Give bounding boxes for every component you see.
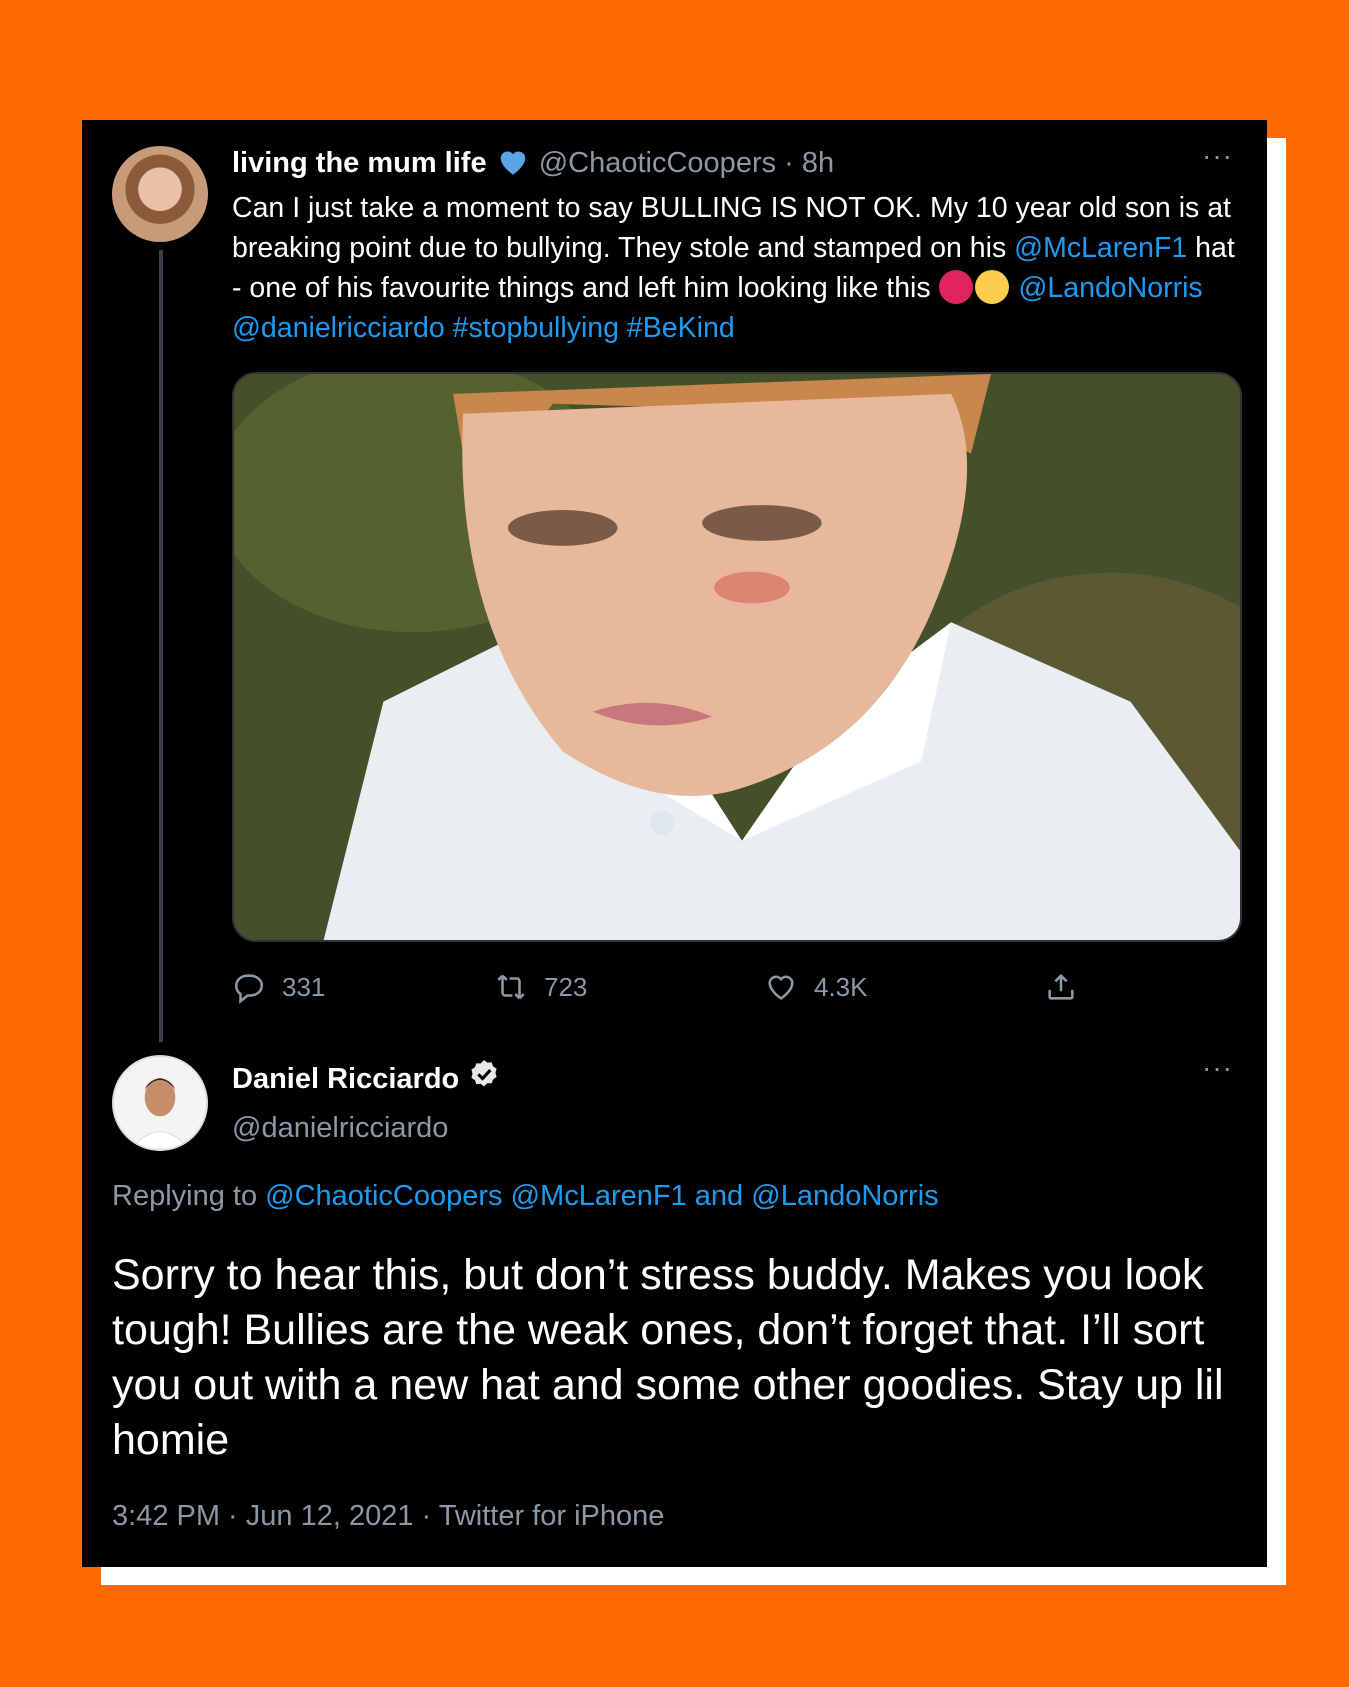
tweet-card: living the mum life @ChaoticCoopers · 8h…	[82, 120, 1267, 1567]
mention-mclarenf1[interactable]: @McLarenF1	[1014, 232, 1187, 264]
mention-danielricciardo[interactable]: @danielricciardo	[232, 312, 445, 344]
share-button[interactable]	[1044, 970, 1078, 1004]
tweet2-text: Sorry to hear this, but don’t stress bud…	[112, 1251, 1224, 1464]
thread-connector-line	[159, 250, 163, 1042]
retweet-icon	[497, 974, 525, 1000]
angry-face-icon	[938, 270, 973, 304]
tweet1-handle-time[interactable]: @ChaoticCoopers · 8h	[539, 147, 834, 179]
reply-icon	[234, 974, 263, 1004]
tweet1-header: living the mum life @ChaoticCoopers · 8h	[232, 146, 834, 180]
hashtag-bekind[interactable]: #BeKind	[627, 312, 735, 344]
replying-mention-landonorris[interactable]: @LandoNorris	[751, 1180, 938, 1212]
share-icon	[1048, 973, 1074, 1000]
blue-heart-icon	[495, 147, 539, 179]
tweet2-handle[interactable]: @danielricciardo	[232, 1112, 501, 1145]
rolling-eyes-face-icon	[974, 270, 1009, 304]
retweet-count: 723	[544, 971, 588, 1002]
replying-and[interactable]: and	[695, 1180, 743, 1212]
tweet2-display-name[interactable]: Daniel Ricciardo	[232, 1063, 459, 1096]
replying-to: Replying to @ChaoticCoopers @McLarenF1 a…	[112, 1180, 939, 1213]
retweet-button[interactable]: 723	[494, 970, 587, 1004]
avatar-danielricciardo[interactable]	[112, 1055, 208, 1151]
tweet1-text: Can I just take a moment to say BULLING …	[232, 188, 1242, 348]
reply-button[interactable]: 331	[232, 970, 325, 1004]
tweet2-name-row: Daniel Ricciardo	[232, 1058, 501, 1100]
tweet2-header: Daniel Ricciardo @danielricciardo	[232, 1058, 501, 1145]
tweet1-more-icon[interactable]: ···	[1202, 140, 1233, 172]
tweet2-meta[interactable]: 3:42 PM · Jun 12, 2021 · Twitter for iPh…	[112, 1500, 664, 1533]
like-count: 4.3K	[814, 971, 868, 1002]
heart-icon	[768, 975, 794, 1000]
verified-badge-icon	[467, 1058, 501, 1100]
mention-landonorris[interactable]: @LandoNorris	[1018, 272, 1202, 304]
tweet1-display-name[interactable]: living the mum life	[232, 147, 487, 179]
like-button[interactable]: 4.3K	[764, 970, 868, 1004]
tweet1-actions: 331 723 4.3K	[232, 970, 1242, 1010]
replying-mention-mclarenf1[interactable]: @McLarenF1	[511, 1180, 687, 1212]
hashtag-stopbullying[interactable]: #stopbullying	[453, 312, 619, 344]
reply-count: 331	[282, 971, 326, 1002]
tweet2-more-icon[interactable]: ···	[1202, 1052, 1233, 1084]
tweet1-photo[interactable]	[232, 372, 1242, 942]
replying-mention-chaoticcoopers[interactable]: @ChaoticCoopers	[265, 1180, 502, 1212]
replying-prefix: Replying to	[112, 1180, 266, 1212]
avatar-chaoticcoopers[interactable]	[112, 146, 208, 242]
